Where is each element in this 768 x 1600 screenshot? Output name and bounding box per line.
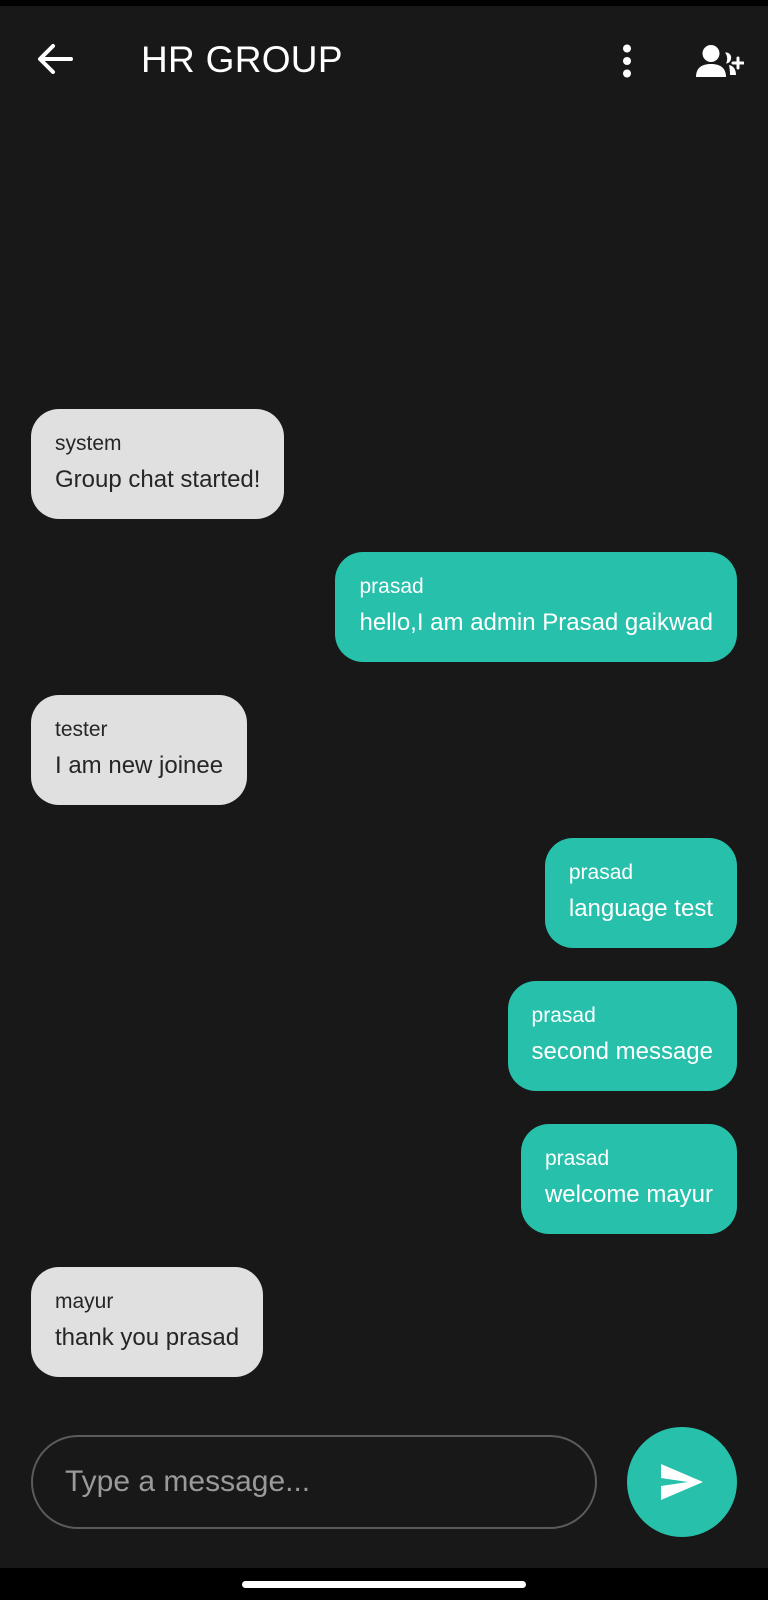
- message-sender: tester: [55, 718, 108, 741]
- message-sender: prasad: [531, 1004, 596, 1027]
- message-sender: prasad: [544, 1147, 610, 1170]
- message-text: welcome mayur: [544, 1181, 713, 1208]
- app-bar: HR GROUP: [0, 6, 768, 118]
- message-bubble-outgoing[interactable]: prasad hello,I am admin Prasad gaikwad: [335, 552, 737, 662]
- message-text: I am new joinee: [55, 752, 224, 779]
- home-indicator[interactable]: [242, 1581, 526, 1588]
- chat-screen: HR GROUP system Group chat started! pras…: [0, 6, 768, 1568]
- message-bubble-incoming[interactable]: tester I am new joinee: [31, 695, 248, 805]
- message-text: language test: [568, 895, 713, 922]
- message-sender: mayur: [55, 1290, 114, 1313]
- add-member-button[interactable]: [690, 36, 750, 86]
- message-text: Group chat started!: [55, 466, 261, 493]
- send-button[interactable]: [627, 1427, 737, 1537]
- message-sender: system: [55, 432, 122, 455]
- arrow-left-icon: [38, 44, 73, 74]
- message-bubble-outgoing[interactable]: prasad welcome mayur: [520, 1124, 737, 1234]
- more-options-button[interactable]: [602, 36, 652, 86]
- message-bubble-outgoing[interactable]: prasad language test: [544, 838, 737, 948]
- more-vertical-icon: [623, 44, 631, 78]
- message-sender: prasad: [568, 861, 634, 884]
- message-text: thank you prasad: [55, 1324, 240, 1351]
- message-bubble-incoming[interactable]: system Group chat started!: [31, 409, 285, 519]
- message-bubble-outgoing[interactable]: prasad second message: [507, 981, 737, 1091]
- message-composer: [31, 1435, 597, 1529]
- back-button[interactable]: [30, 34, 80, 84]
- message-text: hello,I am admin Prasad gaikwad: [359, 609, 713, 636]
- message-sender: prasad: [359, 575, 424, 598]
- message-input[interactable]: [63, 1464, 567, 1500]
- message-text: second message: [531, 1038, 713, 1065]
- message-bubble-incoming[interactable]: mayur thank you prasad: [31, 1267, 264, 1377]
- send-icon: [661, 1464, 703, 1500]
- page-title: HR GROUP: [141, 39, 343, 80]
- person-add-icon: [696, 45, 744, 77]
